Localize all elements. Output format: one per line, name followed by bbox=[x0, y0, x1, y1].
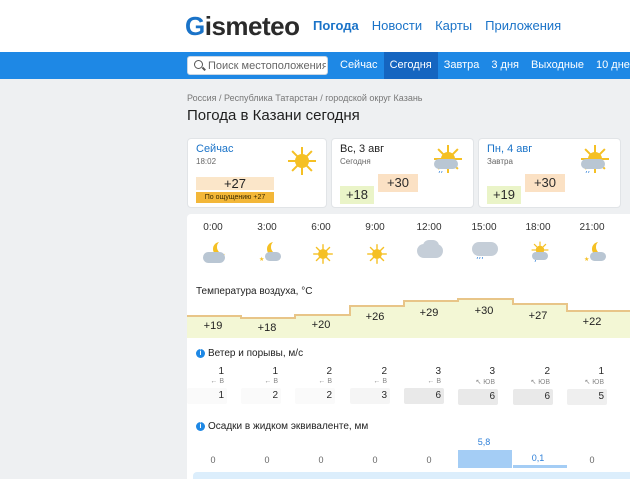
breadcrumb[interactable]: Россия / Республика Татарстан / городско… bbox=[187, 93, 423, 103]
hour-label: 3:00 bbox=[257, 222, 277, 233]
tab-now[interactable]: Сейчас bbox=[334, 52, 384, 79]
moon-stars-cloud-icon: ★ bbox=[574, 238, 614, 270]
temp-value: +19 bbox=[203, 320, 223, 332]
period-tabs: Сейчас Сегодня Завтра 3 дня Выходные 10 … bbox=[334, 52, 630, 79]
tab-tomorrow[interactable]: Завтра bbox=[438, 52, 486, 79]
tab-10-days[interactable]: 10 дней bbox=[590, 52, 630, 79]
wind-cell: 2 ← В3 bbox=[350, 366, 390, 404]
tab-weekend[interactable]: Выходные bbox=[525, 52, 590, 79]
moon-stars-cloud-icon: ★ bbox=[249, 238, 289, 270]
main-nav: Погода Новости Карты Приложения bbox=[313, 18, 574, 33]
precip-value: 0 bbox=[318, 455, 324, 465]
page-title: Погода в Казани сегодня bbox=[187, 107, 360, 124]
precip-small-label: 0,1 bbox=[531, 453, 545, 463]
temp-value: +20 bbox=[311, 319, 331, 331]
precip-value: 0 bbox=[372, 455, 378, 465]
feels-like-badge: По ощущению +27 bbox=[196, 192, 274, 203]
hours-row: 0:00 3:00 6:00 9:00 12:00 15:00 18:00 21… bbox=[187, 222, 630, 236]
precip-value: 0 bbox=[210, 455, 216, 465]
hour-label: 12:00 bbox=[416, 222, 442, 233]
precip-value: 0 bbox=[426, 455, 432, 465]
card-tomorrow-sub: Завтра bbox=[487, 157, 513, 166]
card-today-sub: Сегодня bbox=[340, 157, 371, 166]
hour-label: 6:00 bbox=[311, 222, 331, 233]
temperature-section-label: Температура воздуха, °C bbox=[196, 286, 313, 297]
bottom-strip bbox=[193, 472, 630, 479]
search-box[interactable] bbox=[187, 56, 328, 75]
sun-icon bbox=[357, 238, 397, 270]
temp-value: +29 bbox=[419, 307, 439, 319]
current-temperature: +27 bbox=[196, 177, 274, 190]
card-now-title: Сейчас bbox=[196, 143, 234, 155]
sun-icon bbox=[303, 238, 343, 270]
precip-value: 0 bbox=[264, 455, 270, 465]
info-icon[interactable]: i bbox=[196, 349, 205, 358]
sun-cloud-rain-icon: ٬٬ bbox=[579, 143, 611, 179]
gismeteo-logo[interactable]: Gismeteo bbox=[185, 11, 300, 42]
precip-peak-label: 5,8 bbox=[477, 437, 491, 447]
moon-cloud-icon bbox=[195, 238, 235, 270]
wind-cell: 3 ↖ ЮВ 6 bbox=[458, 366, 498, 405]
sun-cloud-rain-icon: ٬ bbox=[520, 238, 560, 270]
hour-label: 18:00 bbox=[525, 222, 551, 233]
card-today[interactable]: Вс, 3 авг Сегодня ٬٬ +18 +30 bbox=[331, 138, 474, 208]
wind-cell: 1 ← В1 bbox=[187, 366, 227, 404]
nav-maps[interactable]: Карты bbox=[435, 18, 472, 33]
tab-3-days[interactable]: 3 дня bbox=[485, 52, 525, 79]
sun-icon bbox=[286, 145, 318, 177]
precip-bar bbox=[458, 450, 512, 468]
card-tomorrow[interactable]: Пн, 4 авг Завтра ٬٬ +19 +30 bbox=[478, 138, 621, 208]
temp-value: +30 bbox=[474, 305, 494, 317]
wind-cell: 3 ← В6 bbox=[404, 366, 444, 404]
temp-value: +26 bbox=[365, 311, 385, 323]
search-icon bbox=[194, 60, 203, 69]
wind-section-label: i Ветер и порывы, м/с bbox=[196, 348, 303, 359]
precip-value: 0 bbox=[589, 455, 595, 465]
precip-bar bbox=[513, 465, 567, 468]
wind-cell: 2 ← В2 bbox=[295, 366, 335, 404]
top-header: Gismeteo Погода Новости Карты Приложения bbox=[0, 0, 630, 52]
card-tomorrow-title: Пн, 4 авг bbox=[487, 143, 533, 155]
today-max-temp: +30 bbox=[378, 174, 418, 192]
nav-weather[interactable]: Погода bbox=[313, 18, 359, 33]
hour-label: 21:00 bbox=[579, 222, 605, 233]
sun-cloud-rain-icon: ٬٬ bbox=[432, 143, 464, 179]
card-now[interactable]: Сейчас 18:02 +27 По ощущению +27 bbox=[187, 138, 327, 208]
today-min-temp: +18 bbox=[340, 186, 374, 204]
hourly-forecast-panel: 0:00 3:00 6:00 9:00 12:00 15:00 18:00 21… bbox=[187, 214, 630, 479]
wind-cell: 1 ↖ ЮВ 5 bbox=[567, 366, 607, 405]
forecast-tabbar: Сейчас Сегодня Завтра 3 дня Выходные 10 … bbox=[0, 52, 630, 79]
tomorrow-max-temp: +30 bbox=[525, 174, 565, 192]
precip-section-label: i Осадки в жидком эквиваленте, мм bbox=[196, 421, 368, 432]
wind-cell: 1 ← В2 bbox=[241, 366, 281, 404]
card-today-title: Вс, 3 авг bbox=[340, 143, 385, 155]
hour-label: 9:00 bbox=[365, 222, 385, 233]
nav-news[interactable]: Новости bbox=[372, 18, 422, 33]
hour-label: 0:00 bbox=[203, 222, 223, 233]
info-icon[interactable]: i bbox=[196, 422, 205, 431]
cloud-icon bbox=[411, 238, 451, 270]
search-input[interactable] bbox=[208, 58, 326, 74]
temp-value: +22 bbox=[582, 316, 602, 328]
nav-apps[interactable]: Приложения bbox=[485, 18, 561, 33]
temp-value: +18 bbox=[257, 322, 277, 334]
hour-label: 15:00 bbox=[471, 222, 497, 233]
cloud-rain-icon: ٬٬٬ bbox=[466, 238, 506, 270]
wind-cell: 2 ↖ ЮВ 6 bbox=[513, 366, 553, 405]
tab-today[interactable]: Сегодня bbox=[383, 52, 438, 79]
tomorrow-min-temp: +19 bbox=[487, 186, 521, 204]
temp-value: +27 bbox=[528, 310, 548, 322]
card-now-time: 18:02 bbox=[196, 157, 217, 166]
